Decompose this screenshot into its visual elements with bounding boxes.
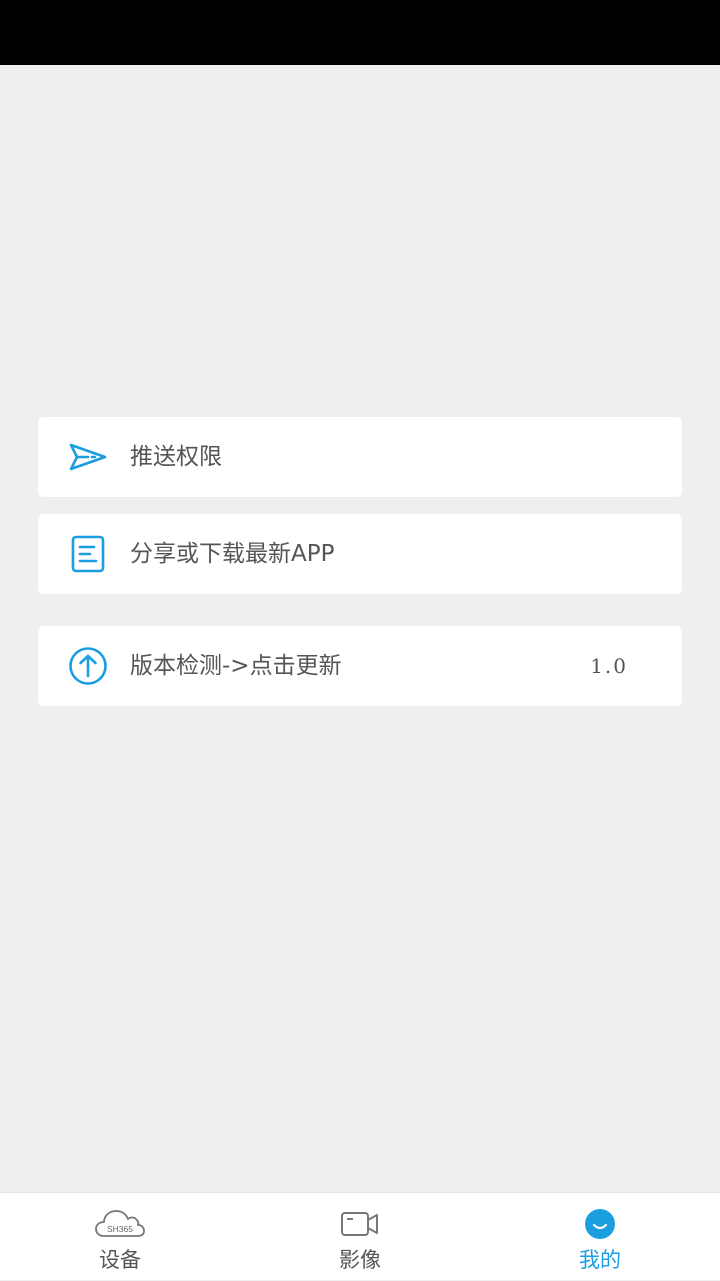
- tab-devices-label: 设备: [99, 1248, 141, 1272]
- cloud-icon-text: SH365: [107, 1224, 133, 1234]
- version-check-item[interactable]: 版本检测->点击更新 1.0: [38, 626, 682, 706]
- version-number: 1.0: [590, 654, 628, 678]
- cloud-icon: SH365: [94, 1207, 146, 1243]
- send-icon: [68, 437, 108, 477]
- tab-media[interactable]: 影像: [240, 1193, 480, 1281]
- push-permission-label: 推送权限: [130, 444, 222, 470]
- video-camera-icon: [340, 1207, 380, 1243]
- share-download-app-item[interactable]: 分享或下载最新APP: [38, 514, 682, 594]
- smile-icon: [582, 1207, 618, 1243]
- bottom-tab-bar: SH365 设备 影像 我的: [0, 1192, 720, 1280]
- tab-mine-label: 我的: [579, 1248, 621, 1272]
- share-download-app-label: 分享或下载最新APP: [130, 541, 335, 567]
- tab-mine[interactable]: 我的: [480, 1193, 720, 1281]
- push-permission-item[interactable]: 推送权限: [38, 417, 682, 497]
- document-icon: [68, 534, 108, 574]
- upload-arrow-icon: [68, 646, 108, 686]
- version-check-label: 版本检测->点击更新: [130, 653, 342, 679]
- tab-media-label: 影像: [339, 1248, 381, 1272]
- status-bar: [0, 0, 720, 65]
- tab-devices[interactable]: SH365 设备: [0, 1193, 240, 1281]
